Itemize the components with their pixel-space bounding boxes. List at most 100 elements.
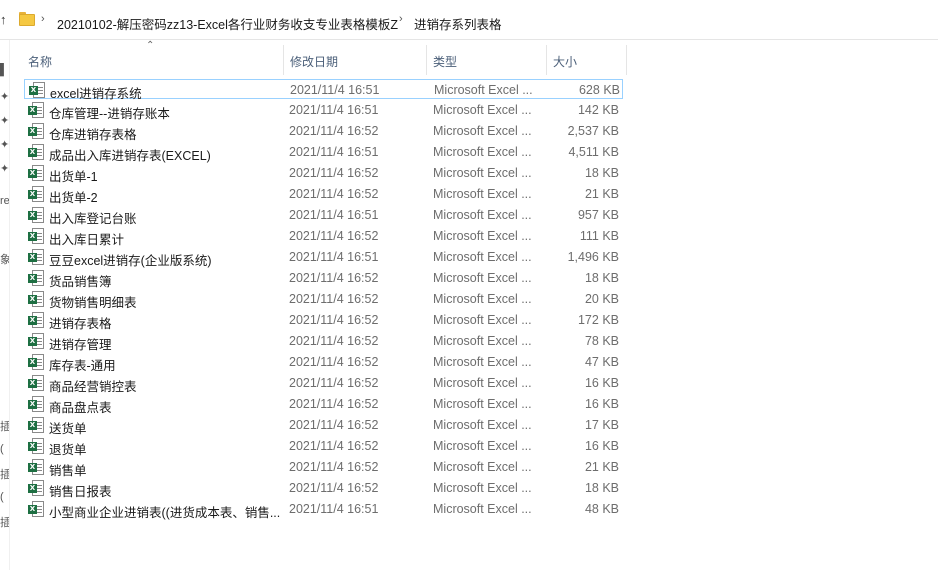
- file-modified-date: 2021/11/4 16:51: [289, 145, 379, 159]
- file-name[interactable]: 出货单-1: [49, 166, 289, 185]
- file-name[interactable]: 销售日报表: [49, 481, 289, 500]
- file-name[interactable]: 退货单: [49, 439, 289, 458]
- excel-file-icon: X: [28, 417, 44, 433]
- file-row[interactable]: X 出入库日累计 2021/11/4 16:52 Microsoft Excel ..…: [24, 226, 623, 248]
- file-type: Microsoft Excel ...: [433, 124, 532, 138]
- chevron-right-icon[interactable]: ›: [399, 13, 403, 25]
- file-row[interactable]: X 商品经营销控表 2021/11/4 16:52 Microsoft Excel .…: [24, 373, 623, 395]
- nav-item-fragment[interactable]: 插: [0, 514, 9, 530]
- column-header-size[interactable]: 大小: [547, 45, 627, 75]
- file-name[interactable]: 出货单-2: [49, 187, 289, 206]
- file-name[interactable]: 仓库进销存表格: [49, 124, 289, 143]
- file-name[interactable]: 小型商业企业进销表((进货成本表、销售...: [49, 502, 289, 521]
- file-name[interactable]: 出入库日累计: [49, 229, 289, 248]
- file-name[interactable]: 商品经营销控表: [49, 376, 289, 395]
- file-row[interactable]: X 出货单-2 2021/11/4 16:52 Microsoft Excel ...…: [24, 184, 623, 206]
- excel-file-icon: X: [28, 291, 44, 307]
- file-size: 16 KB: [584, 397, 619, 411]
- file-size: 628 KB: [578, 83, 620, 97]
- breadcrumb-parent-folder[interactable]: 20210102-解压密码zz13-Excel各行业财务收支专业表格模板Z: [57, 14, 398, 33]
- file-modified-date: 2021/11/4 16:52: [289, 418, 379, 432]
- file-size: 2,537 KB: [567, 124, 619, 138]
- column-header-date[interactable]: 修改日期: [284, 45, 427, 75]
- file-type: Microsoft Excel ...: [433, 334, 532, 348]
- file-row[interactable]: Xexcel进销存系统 2021/11/4 16:51 Microsoft Exce…: [24, 79, 623, 101]
- file-type: Microsoft Excel ...: [433, 271, 532, 285]
- file-type: Microsoft Excel ...: [433, 502, 532, 516]
- file-row[interactable]: X 小型商业企业进销表((进货成本表、销售... 2021/11/4 16:51 Mi…: [24, 499, 623, 521]
- excel-file-icon: X: [28, 144, 44, 160]
- column-header-type[interactable]: 类型: [427, 45, 547, 75]
- file-name[interactable]: 进销存表格: [49, 313, 289, 332]
- file-name[interactable]: 货品销售簿: [49, 271, 289, 290]
- file-row[interactable]: X 进销存表格 2021/11/4 16:52 Microsoft Excel ...…: [24, 310, 623, 332]
- file-size: 957 KB: [577, 208, 619, 222]
- file-modified-date: 2021/11/4 16:52: [289, 439, 379, 453]
- column-header-name[interactable]: 名称: [22, 45, 284, 75]
- file-row[interactable]: X 销售日报表 2021/11/4 16:52 Microsoft Excel ...…: [24, 478, 623, 500]
- excel-file-icon: X: [28, 354, 44, 370]
- file-name[interactable]: 商品盘点表: [49, 397, 289, 416]
- file-type: Microsoft Excel ...: [433, 166, 532, 180]
- excel-file-icon: X: [28, 102, 44, 118]
- file-row[interactable]: X 仓库管理--进销存账本 2021/11/4 16:51 Microsoft Exc…: [24, 100, 623, 122]
- file-row[interactable]: X 成品出入库进销存表(EXCEL) 2021/11/4 16:51 Microsof…: [24, 142, 623, 164]
- file-row[interactable]: X 仓库进销存表格 2021/11/4 16:52 Microsoft Excel .…: [24, 121, 623, 143]
- file-modified-date: 2021/11/4 16:52: [289, 292, 379, 306]
- nav-item-fragment[interactable]: (: [0, 491, 4, 503]
- file-name[interactable]: 进销存管理: [49, 334, 289, 353]
- file-modified-date: 2021/11/4 16:52: [289, 460, 379, 474]
- nav-item-fragment[interactable]: 插: [0, 418, 9, 434]
- file-name[interactable]: 豆豆excel进销存(企业版系统): [49, 250, 289, 269]
- file-size: 18 KB: [584, 271, 619, 285]
- file-name[interactable]: 送货单: [49, 418, 289, 437]
- file-row[interactable]: X 送货单 2021/11/4 16:52 Microsoft Excel ... 17…: [24, 415, 623, 437]
- file-row[interactable]: X 商品盘点表 2021/11/4 16:52 Microsoft Excel ...…: [24, 394, 623, 416]
- file-row[interactable]: X 进销存管理 2021/11/4 16:52 Microsoft Excel ...…: [24, 331, 623, 353]
- file-size: 1,496 KB: [567, 250, 619, 264]
- column-header-size-label: 大小: [553, 55, 578, 69]
- nav-item-fragment[interactable]: re: [0, 195, 9, 207]
- file-type: Microsoft Excel ...: [433, 460, 532, 474]
- file-size: 4,511 KB: [568, 145, 619, 159]
- file-name[interactable]: 库存表-通用: [49, 355, 289, 374]
- chevron-right-icon[interactable]: ›: [41, 13, 45, 25]
- nav-item-fragment[interactable]: 象: [0, 251, 9, 267]
- file-name[interactable]: 销售单: [49, 460, 289, 479]
- file-type: Microsoft Excel ...: [433, 103, 532, 117]
- excel-file-icon: X: [28, 333, 44, 349]
- file-type: Microsoft Excel ...: [433, 208, 532, 222]
- file-name[interactable]: 仓库管理--进销存账本: [49, 103, 289, 122]
- file-row[interactable]: X 库存表-通用 2021/11/4 16:52 Microsoft Excel ..…: [24, 352, 623, 374]
- file-modified-date: 2021/11/4 16:52: [289, 355, 379, 369]
- navigation-pane[interactable]: ▌ ✦ ✦ ✦ ✦ re 象 插 ( 插 ( 插: [0, 40, 10, 570]
- file-size: 16 KB: [584, 439, 619, 453]
- pin-icon: ✦: [0, 163, 10, 175]
- file-row[interactable]: X 豆豆excel进销存(企业版系统) 2021/11/4 16:51 Microso…: [24, 247, 623, 269]
- file-row[interactable]: X 出入库登记台账 2021/11/4 16:51 Microsoft Excel .…: [24, 205, 623, 227]
- file-name[interactable]: 成品出入库进销存表(EXCEL): [49, 145, 289, 164]
- column-header-date-label: 修改日期: [290, 55, 339, 69]
- nav-item-fragment[interactable]: 插: [0, 466, 9, 482]
- file-type: Microsoft Excel ...: [433, 355, 532, 369]
- address-bar[interactable]: ↑ › 20210102-解压密码zz13-Excel各行业财务收支专业表格模板…: [0, 0, 938, 40]
- file-modified-date: 2021/11/4 16:52: [289, 376, 379, 390]
- file-row[interactable]: X 退货单 2021/11/4 16:52 Microsoft Excel ... 16…: [24, 436, 623, 458]
- file-size: 78 KB: [584, 334, 619, 348]
- file-size: 18 KB: [584, 481, 619, 495]
- excel-file-icon: X: [29, 82, 45, 98]
- file-name[interactable]: 货物销售明细表: [49, 292, 289, 311]
- file-row[interactable]: X 货物销售明细表 2021/11/4 16:52 Microsoft Excel .…: [24, 289, 623, 311]
- file-row[interactable]: X 销售单 2021/11/4 16:52 Microsoft Excel ... 21…: [24, 457, 623, 479]
- file-row[interactable]: X 出货单-1 2021/11/4 16:52 Microsoft Excel ...…: [24, 163, 623, 185]
- nav-item-fragment[interactable]: ▌: [0, 64, 8, 76]
- file-name[interactable]: 出入库登记台账: [49, 208, 289, 227]
- breadcrumb-current-folder[interactable]: 进销存系列表格: [414, 14, 502, 33]
- file-size: 111 KB: [579, 229, 619, 243]
- nav-item-fragment[interactable]: (: [0, 443, 4, 455]
- up-arrow-icon[interactable]: ↑: [0, 12, 7, 27]
- file-modified-date: 2021/11/4 16:52: [289, 313, 379, 327]
- file-row[interactable]: X 货品销售簿 2021/11/4 16:52 Microsoft Excel ...…: [24, 268, 623, 290]
- excel-file-icon: X: [28, 375, 44, 391]
- file-size: 142 KB: [577, 103, 619, 117]
